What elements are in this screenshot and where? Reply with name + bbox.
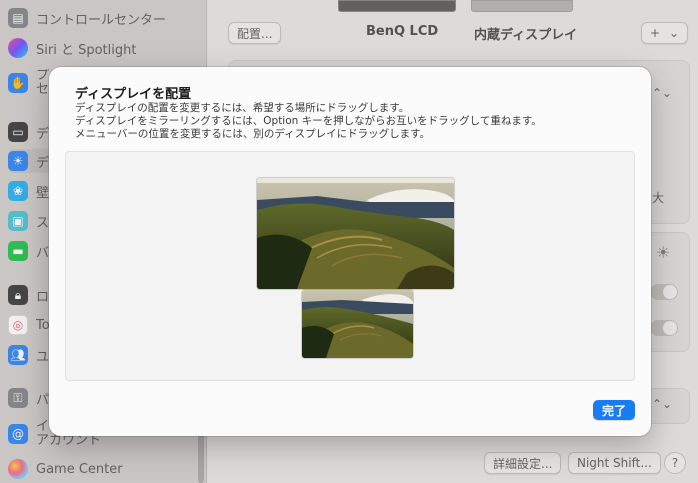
display-benq-screen[interactable] bbox=[257, 178, 454, 289]
dialog-title: ディスプレイを配置 bbox=[75, 87, 192, 102]
dialog-description-line-3: メニューバーの位置を変更するには、別のディスプレイにドラッグします。 bbox=[75, 128, 431, 140]
landscape-wallpaper-small bbox=[302, 290, 413, 358]
done-button[interactable]: 完了 bbox=[593, 400, 635, 420]
landscape-wallpaper bbox=[257, 178, 454, 289]
dialog-description-line-2: ディスプレイをミラーリングするには、Option キーを押しながらお互いをドラッ… bbox=[75, 115, 542, 127]
display-builtin-screen[interactable] bbox=[302, 290, 413, 358]
dialog-description-line-1: ディスプレイの配置を変更するには、希望する場所にドラッグします。 bbox=[75, 102, 410, 114]
display-arrangement-area bbox=[65, 151, 635, 381]
arrange-displays-dialog: ディスプレイを配置 ディスプレイの配置を変更するには、希望する場所にドラッグしま… bbox=[49, 67, 651, 436]
